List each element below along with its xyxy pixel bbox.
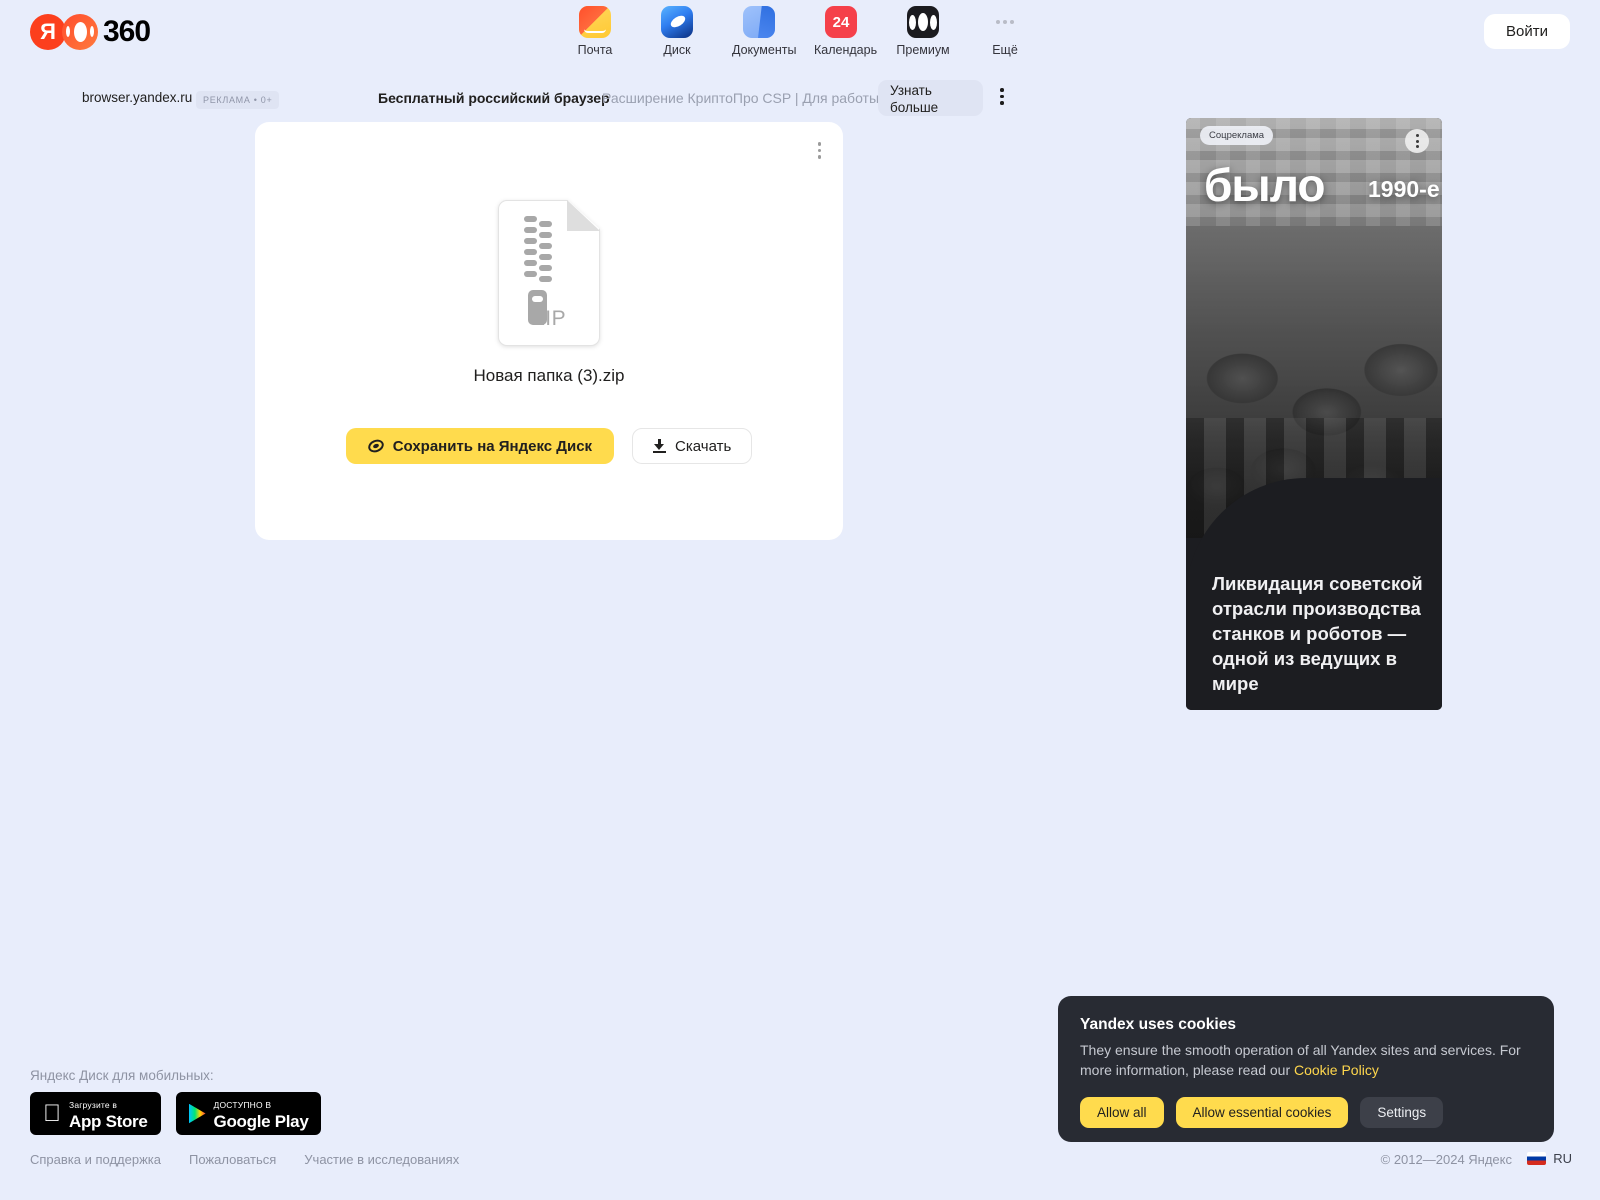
- download-button[interactable]: Скачать: [632, 428, 753, 464]
- ad-subtitle: Расширение КриптоПро CSP | Для работы с: [602, 90, 890, 106]
- footer-link-report[interactable]: Пожаловаться: [189, 1152, 276, 1167]
- login-button[interactable]: Войти: [1484, 14, 1570, 49]
- calendar-icon: 24: [825, 6, 857, 38]
- banner-headline: было: [1204, 159, 1325, 211]
- file-preview-card: ZIP Новая папка (3).zip Сохранить на Янд…: [255, 122, 843, 540]
- nav-label-documents: Документы: [732, 43, 797, 57]
- nav-label-premium: Премиум: [896, 43, 950, 57]
- nav-item-mail[interactable]: Почта: [568, 6, 622, 57]
- yandex-360-logo[interactable]: Я 360: [30, 14, 151, 50]
- allow-essential-button[interactable]: Allow essential cookies: [1175, 1097, 1349, 1128]
- mobile-apps-label: Яндекс Диск для мобильных:: [30, 1068, 214, 1083]
- app-store-big-text: App Store: [51, 1112, 148, 1131]
- russian-flag-icon: [1527, 1152, 1547, 1165]
- mail-icon: [579, 6, 611, 38]
- banner-body-text: Ликвидация советской отрасли производств…: [1212, 573, 1423, 694]
- zip-file-icon: ZIP: [498, 200, 600, 346]
- card-options-kebab-icon[interactable]: [817, 142, 821, 162]
- logo-360-text: 360: [103, 15, 151, 48]
- service-nav: Почта Диск Документы 24 Календарь Премиу…: [568, 6, 1032, 57]
- nav-item-documents[interactable]: Документы: [732, 6, 797, 57]
- social-ad-banner[interactable]: Соцреклама было 1990-е Ликвидация советс…: [1186, 118, 1442, 710]
- cookie-consent-dialog: Yandex uses cookies They ensure the smoo…: [1058, 996, 1554, 1142]
- page-header: Я 360 Почта Диск Документы 24 Календарь …: [0, 0, 1600, 64]
- cookie-dialog-text: They ensure the smooth operation of all …: [1080, 1040, 1532, 1080]
- app-store-small-text: Загрузите в: [51, 1100, 117, 1110]
- nav-item-more[interactable]: Ещё: [978, 6, 1032, 57]
- app-store-badges:  Загрузите в App Store ДОСТУПНО В Googl…: [30, 1092, 322, 1135]
- file-name: Новая папка (3).zip: [473, 366, 625, 385]
- yandex-logo-icon: Я: [30, 14, 66, 50]
- apple-logo-icon: : [43, 1101, 61, 1126]
- banner-options-kebab-icon[interactable]: [1405, 129, 1429, 153]
- nav-label-calendar: Календарь: [814, 43, 878, 57]
- ad-options-kebab-icon[interactable]: [1000, 88, 1004, 108]
- cookie-dialog-title: Yandex uses cookies: [1080, 1016, 1236, 1033]
- google-play-small-text: ДОСТУПНО В: [195, 1100, 272, 1110]
- copyright-text: © 2012—2024 Яндекс: [1380, 1152, 1512, 1167]
- cookie-settings-button[interactable]: Settings: [1360, 1097, 1444, 1128]
- zip-file-thumbnail: ZIP: [498, 200, 600, 346]
- save-to-yandex-disk-button[interactable]: Сохранить на Яндекс Диск: [345, 428, 615, 464]
- more-dots-icon: [989, 6, 1021, 38]
- ad-strip: browser.yandex.ru РЕКЛАМА • 0+ Бесплатны…: [0, 80, 1600, 116]
- save-button-label: Сохранить на Яндекс Диск: [392, 437, 593, 455]
- language-code: RU: [1553, 1151, 1572, 1166]
- cookie-dialog-buttons: Allow all Allow essential cookies Settin…: [1080, 1097, 1532, 1128]
- banner-tag-badge: Соцреклама: [1200, 126, 1274, 145]
- ad-label-badge: РЕКЛАМА • 0+: [196, 91, 280, 109]
- ad-domain[interactable]: browser.yandex.ru: [82, 90, 192, 105]
- footer-link-help[interactable]: Справка и поддержка: [30, 1152, 161, 1167]
- zip-icon-zipper-teeth: [524, 216, 552, 288]
- google-play-big-text: Google Play: [195, 1112, 309, 1131]
- yandex-360-mark-icon: [62, 14, 98, 50]
- download-icon: [653, 439, 667, 453]
- download-button-label: Скачать: [675, 437, 732, 455]
- calendar-day-badge: 24: [832, 13, 850, 31]
- nav-item-calendar[interactable]: 24 Календарь: [814, 6, 878, 57]
- zip-type-label: ZIP: [531, 307, 567, 330]
- ad-learn-more-button[interactable]: Узнать больше: [878, 80, 983, 116]
- nav-label-more: Ещё: [992, 43, 1018, 57]
- language-selector[interactable]: RU: [1527, 1151, 1572, 1166]
- footer-link-research[interactable]: Участие в исследованиях: [304, 1152, 459, 1167]
- cookie-policy-link[interactable]: Cookie Policy: [1294, 1062, 1379, 1078]
- allow-all-button[interactable]: Allow all: [1080, 1097, 1164, 1128]
- banner-year: 1990-е: [1368, 176, 1440, 202]
- disk-icon: [661, 6, 693, 38]
- premium-icon: [907, 6, 939, 38]
- google-play-logo-icon: [188, 1103, 206, 1124]
- disk-icon: [368, 440, 384, 452]
- app-store-badge[interactable]:  Загрузите в App Store: [30, 1092, 161, 1135]
- footer-links: Справка и поддержка Пожаловаться Участие…: [30, 1152, 459, 1167]
- documents-icon: [743, 6, 775, 38]
- ad-title[interactable]: Бесплатный российский браузер: [378, 90, 610, 106]
- nav-label-disk: Диск: [663, 43, 691, 57]
- nav-item-premium[interactable]: Премиум: [896, 6, 950, 57]
- nav-label-mail: Почта: [577, 43, 613, 57]
- nav-item-disk[interactable]: Диск: [650, 6, 704, 57]
- google-play-badge[interactable]: ДОСТУПНО В Google Play: [175, 1092, 322, 1135]
- file-action-buttons: Сохранить на Яндекс Диск Скачать: [255, 428, 843, 464]
